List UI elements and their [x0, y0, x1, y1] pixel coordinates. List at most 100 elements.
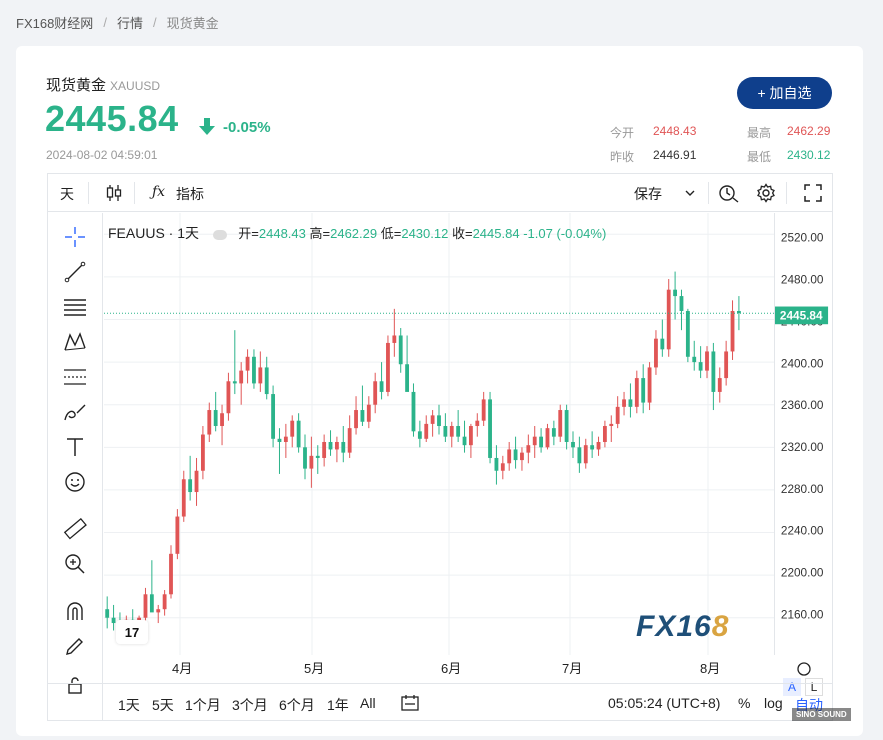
candle-body	[724, 351, 729, 379]
alert-clock-icon[interactable]	[718, 183, 740, 203]
candle-body	[615, 406, 620, 424]
candle-body	[692, 356, 697, 363]
candle-body	[507, 449, 512, 464]
brush-icon[interactable]	[62, 399, 88, 425]
legend-close-label: 收	[451, 226, 465, 241]
candle-body	[449, 426, 454, 437]
candle-body	[539, 436, 544, 448]
breadcrumb-separator: /	[152, 15, 157, 30]
candle-body	[628, 399, 633, 407]
legend-low: 2430.12	[401, 226, 449, 241]
range-1d[interactable]: 1天	[118, 695, 140, 715]
candle-body	[366, 404, 371, 422]
candle-body	[468, 426, 473, 446]
candle-body	[379, 381, 384, 392]
candle-body	[143, 594, 148, 618]
range-1y[interactable]: 1年	[327, 695, 349, 715]
chevron-down-icon[interactable]	[684, 188, 696, 198]
candle-body	[200, 434, 205, 471]
magnet-icon[interactable]	[62, 598, 88, 624]
candle-body	[596, 441, 601, 450]
candles-icon[interactable]	[105, 184, 123, 202]
last-price-tag-label: 2445.84	[780, 309, 823, 322]
candle-body	[290, 420, 295, 437]
time-axis[interactable]: 4月 5月 6月 7月 8月	[104, 655, 832, 683]
pencil-lock-icon[interactable]	[62, 633, 88, 659]
time-tick-label: 8月	[700, 661, 720, 676]
legend-symbol[interactable]: FEAUUS · 1天	[108, 225, 199, 241]
candle-body	[443, 426, 448, 437]
candle-body	[488, 399, 492, 458]
log-toggle[interactable]: log	[764, 695, 783, 711]
axis-settings-icon[interactable]	[797, 662, 811, 676]
breadcrumb-section-link[interactable]: 行情	[117, 13, 143, 32]
text-tool-icon[interactable]	[62, 434, 88, 460]
candle-body	[558, 410, 563, 437]
candle-body	[226, 381, 231, 414]
instrument-name: 现货黄金	[46, 77, 107, 94]
toolbar-divider	[134, 182, 135, 204]
range-5d[interactable]: 5天	[152, 695, 174, 715]
ruler-icon[interactable]	[62, 516, 88, 542]
tradingview-logo[interactable]: 17	[116, 620, 148, 644]
collapse-toggle-icon[interactable]	[212, 229, 227, 240]
range-1m[interactable]: 1个月	[185, 695, 221, 715]
emoji-icon[interactable]	[62, 469, 88, 495]
stat-open-value-wrap: 2448.43	[653, 124, 696, 138]
candle-body	[622, 399, 626, 407]
price-axis[interactable]: 2160.00 2200.00 2240.00 2280.00 2320.00 2360.…	[774, 213, 832, 655]
candle-body	[430, 415, 435, 424]
toolbar-divider	[88, 182, 89, 204]
sinosound-watermark: SINO SOUND	[792, 708, 851, 721]
toolbar-divider	[708, 182, 709, 204]
watermark-fx: FX16	[636, 610, 712, 643]
candle-body	[590, 445, 595, 450]
range-all[interactable]: All	[360, 695, 376, 711]
settings-gear-icon[interactable]	[756, 183, 776, 203]
zoom-in-icon[interactable]	[62, 551, 88, 577]
down-arrow-icon	[199, 118, 215, 135]
horizontal-lines-icon[interactable]	[62, 294, 88, 320]
breadcrumb-site-link[interactable]: FX168财经网	[16, 13, 93, 32]
price-tick-label: 2280.00	[781, 483, 824, 496]
candle-body	[500, 463, 505, 471]
candle-body	[730, 310, 735, 352]
candle-body	[634, 378, 639, 407]
price-tick-label: 2320.00	[781, 441, 824, 454]
price-tick-label: 2240.00	[781, 525, 824, 538]
indicators-button[interactable]: 指标	[176, 184, 204, 204]
crosshair-icon[interactable]	[62, 224, 88, 250]
range-3m[interactable]: 3个月	[232, 695, 268, 715]
legend-close: 2445.84	[472, 226, 520, 241]
fx-icon[interactable]: ƒx	[152, 184, 165, 200]
legend-open: 2448.43	[258, 226, 306, 241]
pattern-icon[interactable]	[62, 329, 88, 355]
candle-body	[258, 367, 263, 384]
candle-body	[654, 338, 658, 368]
candle-body	[322, 441, 327, 458]
candle-body	[424, 423, 429, 439]
clock-readout[interactable]: 05:05:24 (UTC+8)	[608, 695, 720, 711]
stat-high-value-wrap: 2462.29	[787, 124, 830, 138]
fullscreen-icon[interactable]	[804, 184, 822, 202]
stat-prev-value: 2446.91	[653, 148, 697, 162]
legend-change: -1.07 (-0.04%)	[523, 226, 607, 241]
save-button[interactable]: 保存	[634, 184, 662, 204]
price-tick-label: 2160.00	[781, 608, 824, 621]
fib-retracement-icon[interactable]	[62, 364, 88, 390]
candle-body	[181, 479, 186, 517]
candle-body	[334, 441, 339, 450]
candle-body	[264, 367, 269, 395]
trend-line-icon[interactable]	[62, 259, 88, 285]
add-watchlist-button[interactable]: + 加自选	[737, 77, 832, 109]
percent-toggle[interactable]: %	[738, 695, 750, 711]
range-6m[interactable]: 6个月	[279, 695, 315, 715]
candle-body	[328, 441, 333, 450]
change-percent: -0.05%	[223, 119, 271, 136]
candle-body	[520, 452, 524, 461]
candle-body	[602, 426, 607, 442]
candle-body	[315, 455, 320, 458]
interval-selector[interactable]: 天	[60, 184, 74, 204]
date-range-icon[interactable]	[400, 693, 420, 713]
candlestick-plot[interactable]	[104, 213, 774, 655]
